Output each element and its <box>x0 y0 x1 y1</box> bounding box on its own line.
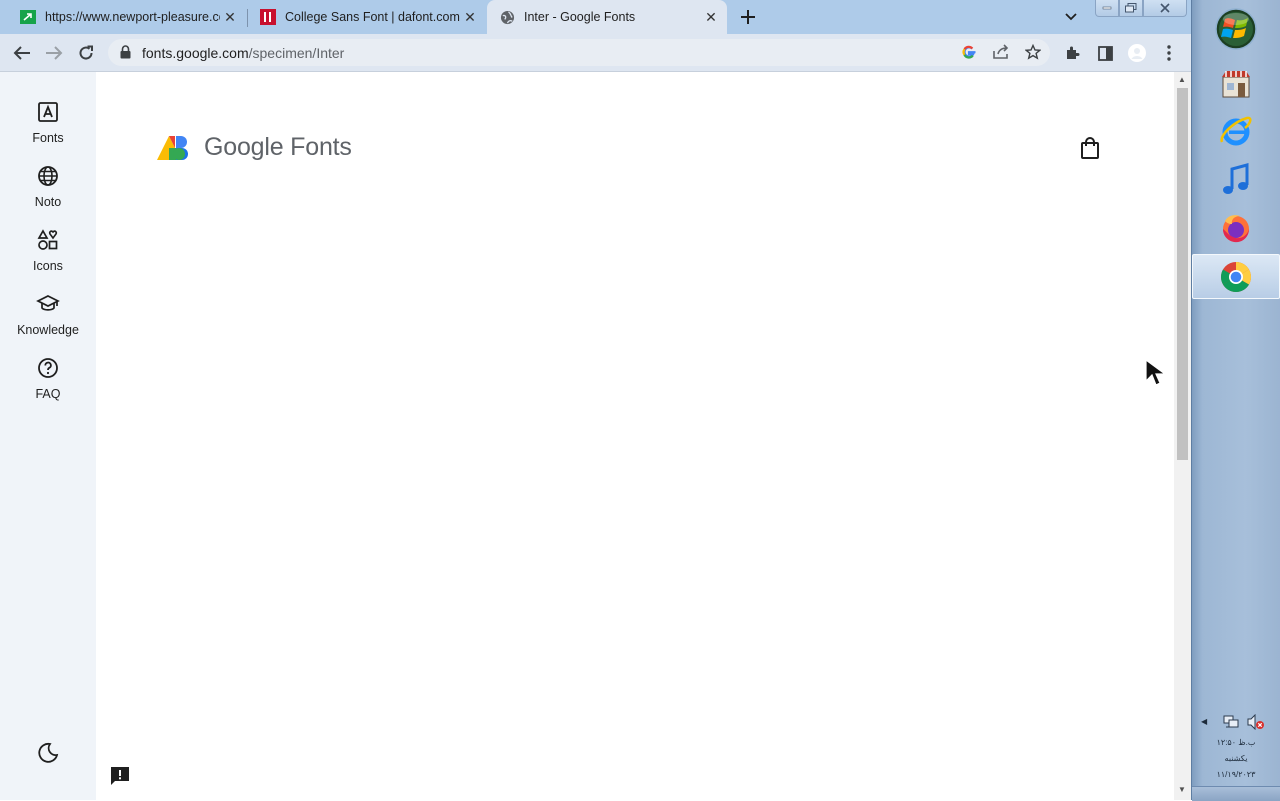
brand-fonts: Fonts <box>290 133 352 161</box>
rail-item-label: Fonts <box>32 131 64 145</box>
network-icon[interactable] <box>1223 715 1239 734</box>
side-panel-icon[interactable] <box>1094 42 1116 64</box>
taskbar-itunes-icon[interactable] <box>1216 160 1256 200</box>
kebab-menu-icon[interactable] <box>1158 42 1180 64</box>
url-host: fonts.google.com <box>142 45 249 61</box>
show-hidden-icons-icon[interactable]: ◀ <box>1201 717 1207 726</box>
rail-item-label: FAQ <box>35 387 61 401</box>
close-icon[interactable]: ✕ <box>220 7 240 27</box>
chevron-down-icon[interactable] <box>1062 9 1080 25</box>
lock-icon[interactable] <box>120 45 131 64</box>
extensions-icon[interactable] <box>1062 42 1084 64</box>
google-lens-icon[interactable] <box>958 41 980 63</box>
shapes-icon <box>36 228 60 252</box>
address-bar[interactable]: fonts.google.com/specimen/Inter <box>108 39 1050 66</box>
forward-icon[interactable] <box>43 42 65 64</box>
tab-newport[interactable]: https://www.newport-pleasure.co ✕ <box>8 0 246 34</box>
google-fonts-logo-icon[interactable] <box>157 134 191 162</box>
shopping-bag-icon[interactable] <box>1079 137 1101 161</box>
window-close-button[interactable] <box>1143 0 1187 17</box>
navigation-rail: Fonts Noto Icons Knowledge FAQ <box>0 72 96 800</box>
rail-item-noto[interactable]: Noto <box>0 164 96 224</box>
page-scrollbar[interactable]: ▲ ▼ <box>1174 72 1191 800</box>
tab-google-fonts[interactable]: Inter - Google Fonts ✕ <box>487 0 727 34</box>
rail-item-icons[interactable]: Icons <box>0 228 96 288</box>
share-icon[interactable] <box>990 41 1012 63</box>
tab-title: https://www.newport-pleasure.co <box>45 10 220 24</box>
scrollbar-thumb[interactable] <box>1177 88 1188 460</box>
taskbar-store-icon[interactable] <box>1216 64 1256 104</box>
clock-date[interactable]: ۱۱/۱۹/۲۰۲۳ <box>1192 770 1280 779</box>
rail-item-label: Knowledge <box>17 323 79 337</box>
page-content: Fonts Noto Icons Knowledge FAQ Google Fo… <box>0 72 1174 800</box>
bookmark-star-icon[interactable] <box>1022 41 1044 63</box>
url-path: /specimen/Inter <box>248 45 345 61</box>
close-icon[interactable]: ✕ <box>701 7 721 27</box>
close-icon[interactable]: ✕ <box>460 7 480 27</box>
help-icon <box>36 356 60 380</box>
rail-item-label: Noto <box>34 195 62 209</box>
rail-item-fonts[interactable]: Fonts <box>0 100 96 160</box>
feedback-icon[interactable] <box>110 766 130 786</box>
url-text[interactable]: fonts.google.com/specimen/Inter <box>142 45 344 61</box>
windows-start-orb-icon[interactable] <box>1215 8 1257 50</box>
taskbar-chrome-icon[interactable] <box>1216 257 1256 297</box>
clock-day[interactable]: یکشنبه <box>1192 754 1280 763</box>
show-desktop-button[interactable] <box>1192 786 1280 801</box>
minimize-button[interactable] <box>1095 0 1119 17</box>
rail-item-faq[interactable]: FAQ <box>0 356 96 416</box>
back-icon[interactable] <box>11 42 33 64</box>
brand-google: Google <box>204 133 284 161</box>
font-icon <box>36 100 60 124</box>
globe-icon <box>499 9 515 25</box>
green-arrow-icon <box>20 9 36 25</box>
scroll-down-arrow-icon[interactable]: ▼ <box>1178 785 1186 794</box>
tab-title: College Sans Font | dafont.com <box>285 10 460 24</box>
globe-icon <box>36 164 60 188</box>
profile-avatar-icon[interactable] <box>1126 42 1148 64</box>
rail-item-label: Icons <box>33 259 63 273</box>
windows-taskbar: ◀ ۱۲:۵۰ ب.ظ یکشنبه ۱۱/۱۹/۲۰۲۳ <box>1191 0 1280 801</box>
tab-title: Inter - Google Fonts <box>524 10 636 24</box>
tab-dafont[interactable]: College Sans Font | dafont.com ✕ <box>248 0 486 34</box>
rail-item-knowledge[interactable]: Knowledge <box>0 292 96 352</box>
reload-icon[interactable] <box>75 42 97 64</box>
dark-mode-moon-icon[interactable] <box>36 741 60 765</box>
taskbar-internet-explorer-icon[interactable] <box>1216 111 1256 151</box>
scroll-up-arrow-icon[interactable]: ▲ <box>1178 75 1186 84</box>
browser-toolbar: fonts.google.com/specimen/Inter <box>0 34 1191 72</box>
volume-muted-icon[interactable] <box>1247 713 1265 735</box>
mouse-pointer-icon <box>1145 358 1167 387</box>
dafont-icon <box>260 9 276 25</box>
clock-time[interactable]: ۱۲:۵۰ ب.ظ <box>1192 738 1280 747</box>
new-tab-button[interactable] <box>737 6 759 28</box>
google-fonts-wordmark[interactable]: Google Fonts <box>204 133 352 162</box>
taskbar-firefox-icon[interactable] <box>1216 208 1256 248</box>
tab-strip: https://www.newport-pleasure.co ✕ Colleg… <box>0 0 1191 34</box>
graduation-cap-icon <box>36 292 60 316</box>
restore-button[interactable] <box>1119 0 1143 17</box>
